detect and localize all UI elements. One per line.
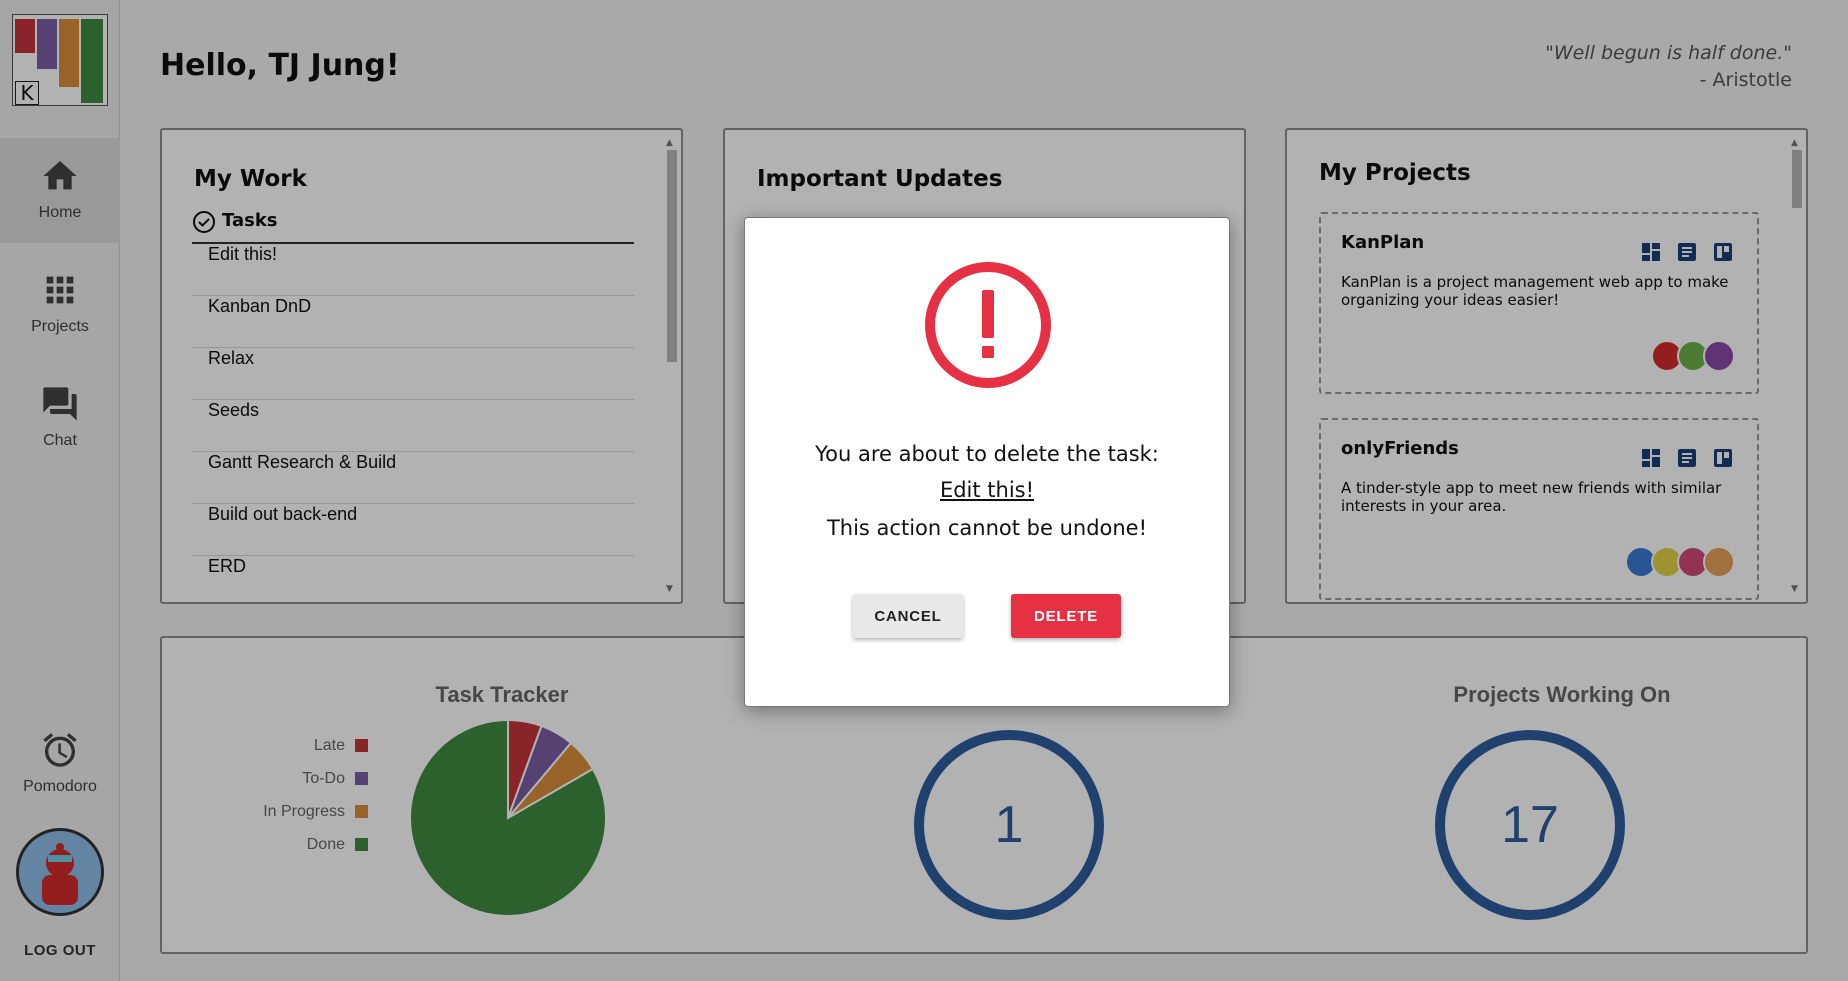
dialog-line: You are about to delete the task: [815,442,1159,466]
alert-icon [925,262,1051,388]
delete-task-dialog: You are about to delete the task: Edit t… [744,217,1230,707]
dialog-warning: This action cannot be undone! [826,516,1148,540]
dialog-message: You are about to delete the task: Edit t… [745,436,1229,508]
delete-button[interactable]: DELETE [1011,594,1121,638]
cancel-button[interactable]: CANCEL [853,594,963,638]
dialog-task-name: Edit this! [939,478,1035,502]
